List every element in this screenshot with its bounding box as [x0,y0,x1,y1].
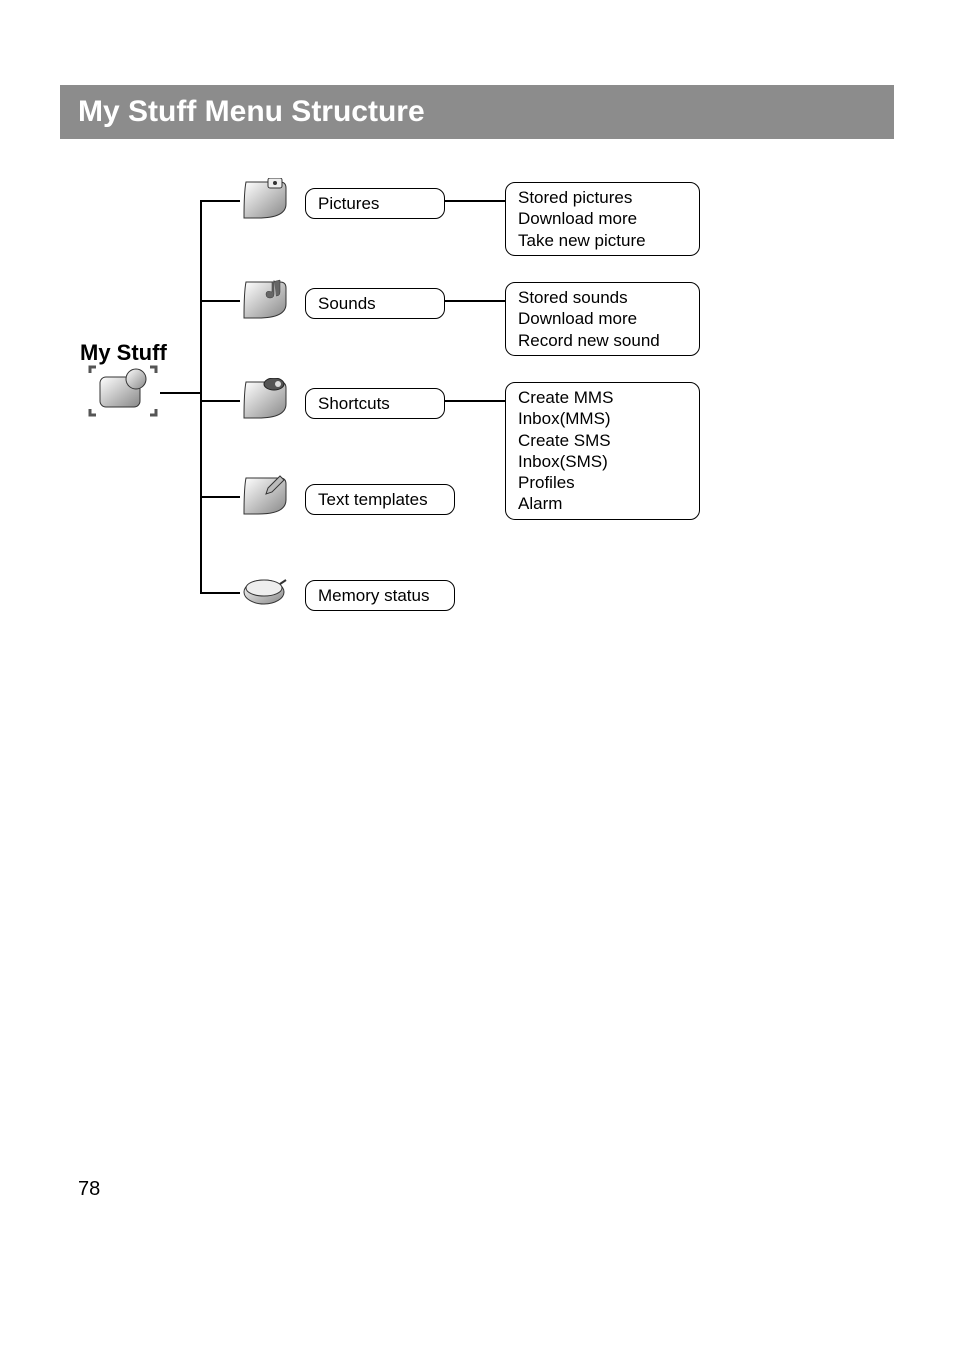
subnode-shortcuts: Create MMS Inbox(MMS) Create SMS Inbox(S… [505,382,700,520]
subnode-shortcuts-line-1: Inbox(MMS) [518,408,687,429]
subnode-sounds-line-0: Stored sounds [518,287,687,308]
subnode-pictures-line-1: Download more [518,208,687,229]
menu-structure-diagram: My Stuff Pictures Stored pictures [80,170,880,620]
my-stuff-icon [88,365,158,425]
node-shortcuts-label: Shortcuts [318,394,390,413]
subnode-shortcuts-line-2: Create SMS [518,430,687,451]
node-sounds: Sounds [305,288,445,319]
node-sounds-label: Sounds [318,294,376,313]
memory-status-icon [240,574,288,615]
subnode-sounds-line-1: Download more [518,308,687,329]
node-memory-status: Memory status [305,580,455,611]
node-text-templates: Text templates [305,484,455,515]
node-shortcuts: Shortcuts [305,388,445,419]
pictures-icon [240,178,288,227]
node-pictures-label: Pictures [318,194,379,213]
header-bar: My Stuff Menu Structure [60,85,894,139]
subnode-sounds-line-2: Record new sound [518,330,687,351]
shortcuts-icon [240,378,288,427]
subnode-sounds: Stored sounds Download more Record new s… [505,282,700,356]
sounds-icon [240,278,288,327]
node-pictures: Pictures [305,188,445,219]
subnode-pictures-line-0: Stored pictures [518,187,687,208]
node-text-templates-label: Text templates [318,490,428,509]
subnode-shortcuts-line-5: Alarm [518,493,687,514]
subnode-shortcuts-line-3: Inbox(SMS) [518,451,687,472]
root-label: My Stuff [80,340,167,366]
page-number: 78 [78,1178,100,1201]
node-memory-status-label: Memory status [318,586,429,605]
subnode-shortcuts-line-4: Profiles [518,472,687,493]
subnode-pictures: Stored pictures Download more Take new p… [505,182,700,256]
subnode-pictures-line-2: Take new picture [518,230,687,251]
subnode-shortcuts-line-0: Create MMS [518,387,687,408]
text-templates-icon [240,474,288,523]
page-title: My Stuff Menu Structure [78,95,425,128]
